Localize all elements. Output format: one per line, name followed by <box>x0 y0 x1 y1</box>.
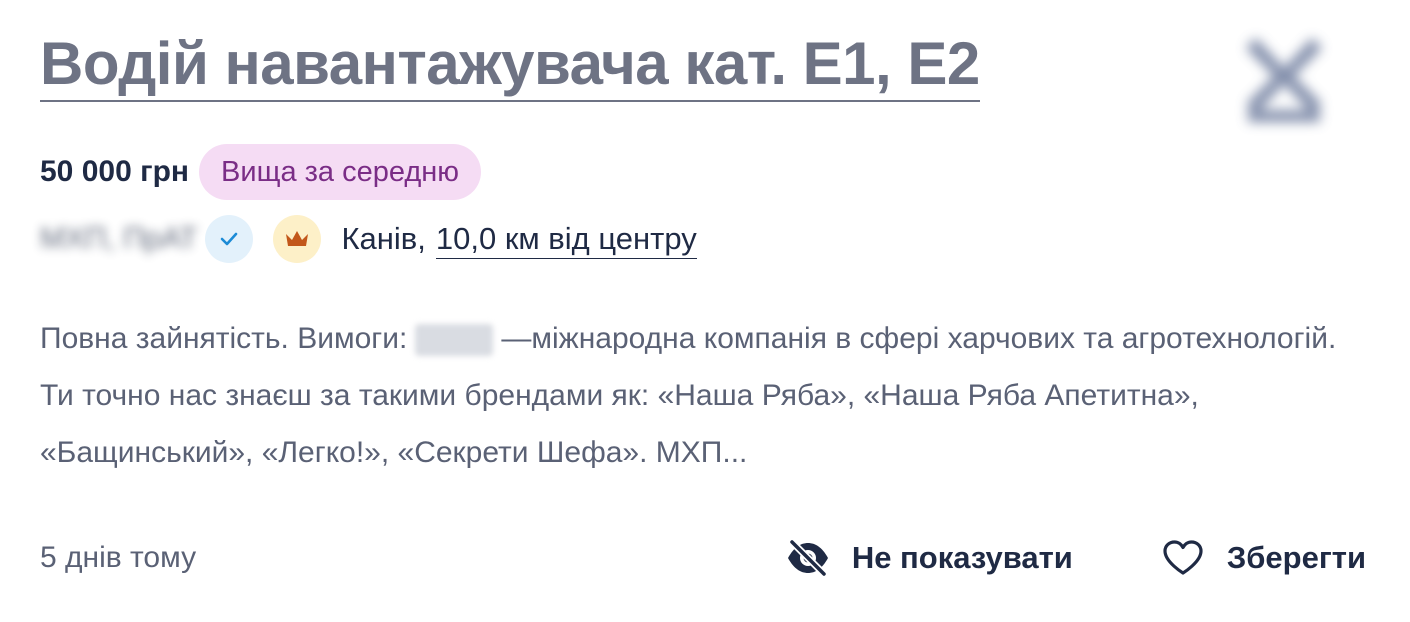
save-button[interactable]: Зберегти <box>1161 538 1366 578</box>
salary-row: 50 000 грн Вища за середню <box>40 144 482 200</box>
vacancy-card: Водій навантажувача кат. E1, E2 50 000 г… <box>0 0 1410 622</box>
heart-icon <box>1163 540 1203 575</box>
crown-icon <box>273 215 322 263</box>
city: Канів, <box>341 221 426 256</box>
salary: 50 000 грн <box>40 155 190 188</box>
redacted-company <box>415 324 494 357</box>
description-start: Повна зайнятість. Вимоги: <box>40 322 408 355</box>
hide-button-label: Не показувати <box>851 540 1073 575</box>
company-row: МХП, ПрАТ Канів, 10,0 км від центру <box>40 212 697 266</box>
company-logo <box>1238 24 1330 126</box>
hide-button[interactable]: Не показувати <box>786 538 1073 578</box>
distance-link[interactable]: 10,0 км від центру <box>435 220 697 259</box>
posted-date: 5 днів тому <box>40 541 197 574</box>
save-button-label: Зберегти <box>1226 540 1366 575</box>
card-footer: 5 днів тому Не показувати Зберегти <box>40 530 1366 586</box>
vacancy-title-link[interactable]: Водій навантажувача кат. E1, E2 <box>40 28 980 102</box>
company-name[interactable]: МХП, ПрАТ <box>40 222 197 256</box>
salary-badge: Вища за середню <box>199 144 482 200</box>
checkmark-icon <box>205 215 254 263</box>
vacancy-description: Повна зайнятість. Вимоги: —міжнародна ком… <box>40 310 1360 481</box>
eye-off-icon <box>787 538 828 578</box>
